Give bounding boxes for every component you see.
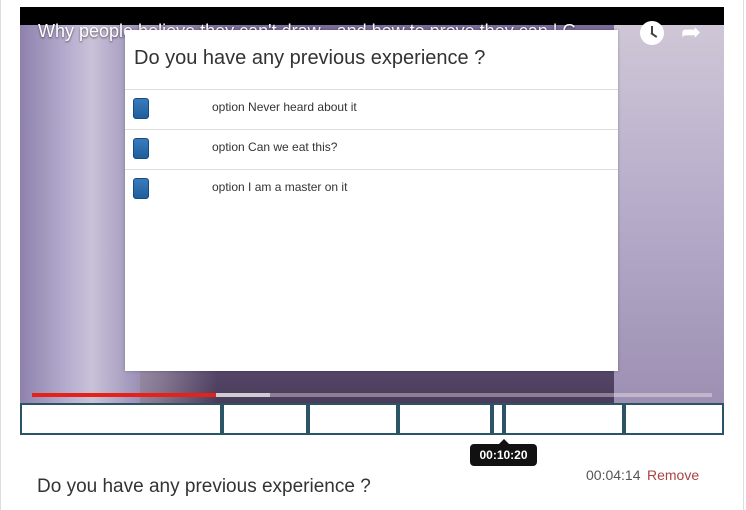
timeline-marker[interactable]: [622, 405, 626, 433]
option-checkbox[interactable]: [133, 178, 149, 199]
timeline-marker[interactable]: [220, 405, 224, 433]
timeline-time-tooltip: 00:10:20: [470, 439, 537, 466]
question-row-title: Do you have any previous experience ?: [37, 476, 371, 497]
question-modal: Do you have any previous experience ? op…: [125, 30, 618, 371]
option-checkbox[interactable]: [133, 98, 149, 119]
timeline-marker[interactable]: [502, 405, 506, 433]
timeline-marker[interactable]: [490, 405, 494, 433]
clock-icon[interactable]: [640, 21, 664, 45]
page-frame: Why people believe they can't draw - and…: [0, 0, 744, 510]
question-timeline[interactable]: [20, 403, 724, 435]
option-label: option Never heard about it: [212, 100, 357, 114]
option-label: option Can we eat this?: [212, 140, 338, 154]
option-label: option I am a master on it: [212, 180, 348, 194]
video-frame-right-wall: [614, 25, 724, 403]
option-row[interactable]: option I am a master on it: [125, 170, 618, 210]
video-player[interactable]: Why people believe they can't draw - and…: [20, 7, 724, 403]
timeline-marker[interactable]: [396, 405, 400, 433]
modal-question-title: Do you have any previous experience ?: [134, 47, 486, 69]
option-checkbox[interactable]: [133, 138, 149, 159]
option-row[interactable]: option Can we eat this?: [125, 130, 618, 170]
share-icon[interactable]: ➦: [676, 21, 706, 45]
video-frame-left-wall: [20, 25, 140, 403]
remove-button[interactable]: Remove: [647, 467, 699, 483]
progress-played: [32, 393, 216, 397]
question-row-time: 00:04:14: [586, 467, 641, 483]
option-row[interactable]: option Never heard about it: [125, 90, 618, 130]
timeline-marker[interactable]: [306, 405, 310, 433]
